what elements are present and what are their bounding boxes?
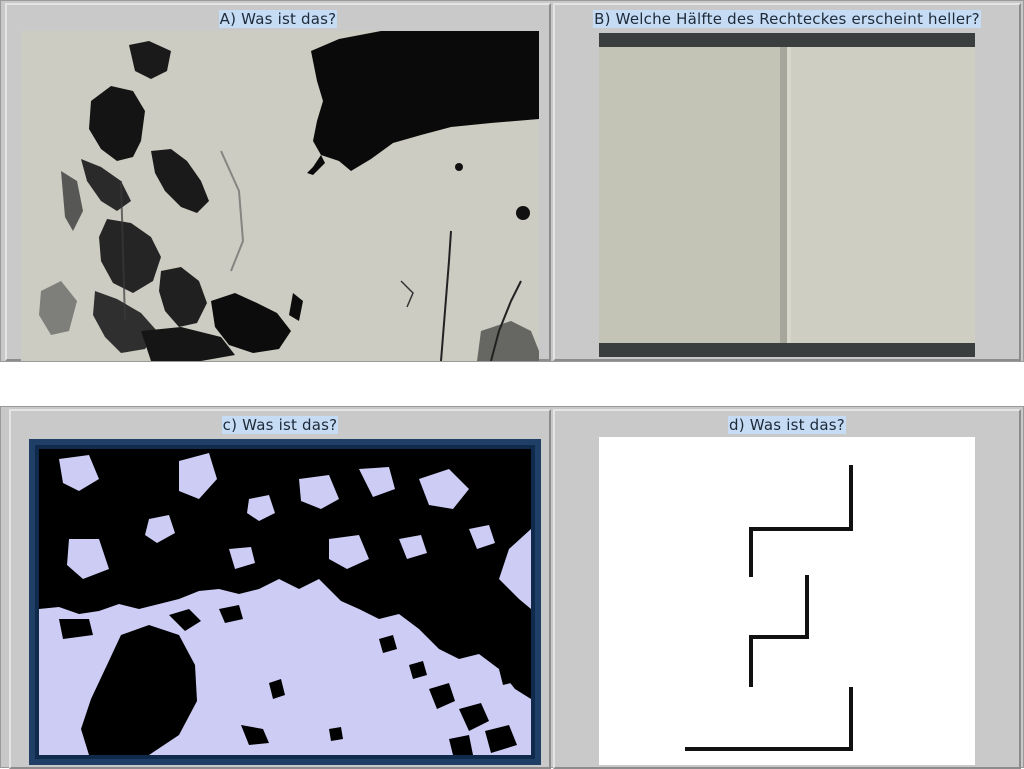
panel-b-caption: B) Welche Hälfte des Rechteckes erschein… bbox=[593, 10, 981, 28]
panel-a-caption: A) Was ist das? bbox=[218, 10, 338, 28]
panel-a-image bbox=[21, 31, 539, 361]
panel-b-image bbox=[599, 33, 975, 357]
panel-b: B) Welche Hälfte des Rechteckes erschein… bbox=[553, 3, 1021, 361]
bottom-image-table: c) Was ist das? d) Was ist das? bbox=[0, 406, 1024, 769]
panel-d-image bbox=[599, 437, 975, 765]
panel-c: c) Was ist das? bbox=[9, 409, 551, 769]
panel-d: d) Was ist das? bbox=[553, 409, 1021, 769]
panel-c-caption: c) Was ist das? bbox=[221, 416, 339, 434]
top-image-table: A) Was ist das? B) Welche Hälfte des Rec… bbox=[0, 0, 1024, 362]
panel-a: A) Was ist das? bbox=[5, 3, 551, 361]
panel-c-image bbox=[29, 439, 541, 765]
panel-d-caption: d) Was ist das? bbox=[728, 416, 846, 434]
